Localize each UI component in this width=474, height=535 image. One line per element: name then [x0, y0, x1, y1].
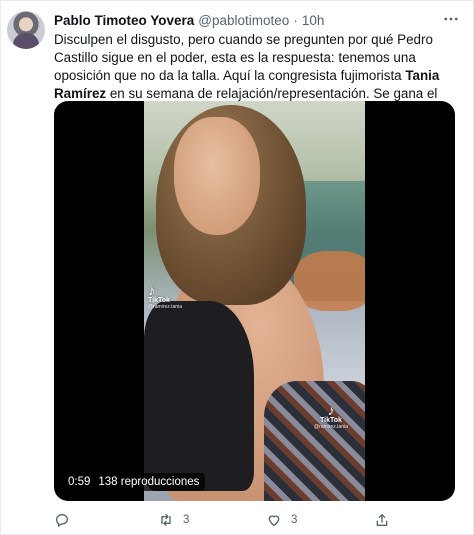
tiktok-logo-icon-2: ♪ — [327, 402, 335, 418]
like-button[interactable]: 3 — [266, 512, 297, 528]
tweet-header: Pablo Timoteo Yovera @pablotimoteo · 10h — [54, 11, 443, 29]
view-count: 138 reproducciones — [98, 476, 200, 488]
video-info-overlay: 0:59 138 reproducciones — [62, 473, 206, 491]
retweet-button[interactable]: 3 — [158, 512, 189, 528]
share-icon — [376, 514, 388, 526]
heart-icon — [268, 515, 280, 526]
tiktok-logo-icon: ♪ — [148, 282, 155, 298]
video-frame[interactable]: ♪ TikTok @ramirez.tania ♪ TikTok @ramire… — [144, 101, 365, 501]
video-duration: 0:59 — [68, 476, 91, 488]
separator-dot: · — [293, 12, 298, 28]
tiktok-user-2: @ramirez.tania — [314, 424, 348, 430]
tiktok-watermark-2: ♪ TikTok @ramirez.tania — [314, 403, 348, 430]
retweet-icon — [161, 514, 171, 526]
share-button[interactable] — [374, 512, 390, 528]
tweet-card[interactable]: Pablo Timoteo Yovera @pablotimoteo · 10h… — [0, 0, 474, 535]
timestamp[interactable]: 10h — [302, 13, 325, 28]
video-player[interactable]: ♪ TikTok @ramirez.tania ♪ TikTok @ramire… — [54, 101, 455, 501]
tiktok-user: @ramirez.tania — [148, 304, 182, 310]
display-name[interactable]: Pablo Timoteo Yovera — [54, 13, 194, 28]
reply-button[interactable] — [54, 512, 70, 528]
like-count: 3 — [291, 514, 298, 526]
tiktok-label: TikTok — [148, 297, 170, 304]
avatar[interactable] — [7, 11, 45, 49]
tweet-actions: 3 3 — [54, 510, 394, 530]
user-handle[interactable]: @pablotimoteo — [198, 13, 289, 28]
tweet-text-part-1: Disculpen el disgusto, pero cuando se pr… — [54, 32, 433, 83]
reply-icon — [56, 514, 68, 527]
tiktok-label-2: TikTok — [320, 417, 342, 424]
tiktok-watermark: ♪ TikTok @ramirez.tania — [148, 283, 182, 310]
more-horizontal-icon[interactable] — [441, 9, 461, 29]
retweet-count: 3 — [183, 514, 190, 526]
